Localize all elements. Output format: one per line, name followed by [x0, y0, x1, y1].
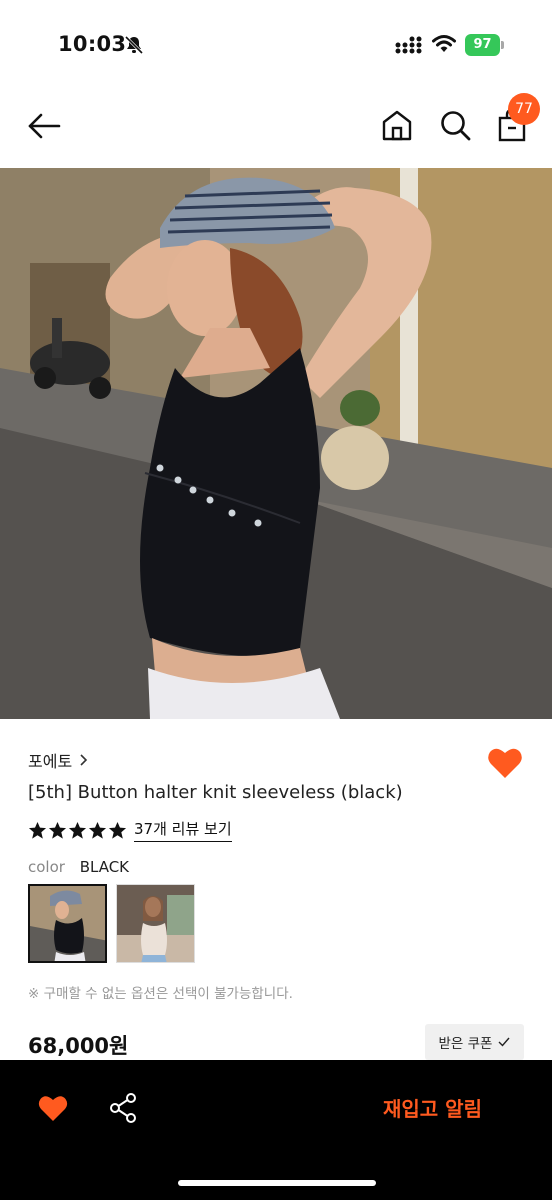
back-arrow-icon[interactable] — [26, 108, 62, 144]
product-hero-image[interactable] — [0, 168, 552, 719]
battery-level: 97 — [465, 34, 500, 56]
color-option-ivory-thumbnail[interactable] — [116, 884, 195, 963]
color-label: color — [28, 858, 65, 876]
star-icon — [88, 821, 107, 839]
status-time: 10:03 — [58, 32, 127, 56]
product-photo — [0, 168, 552, 719]
chevron-right-icon — [80, 754, 88, 766]
coupon-label: 받은 쿠폰 — [438, 1036, 493, 1052]
star-icon — [68, 821, 87, 839]
brand-name: 포에토 — [28, 752, 73, 771]
color-row: color BLACK — [28, 858, 129, 876]
wifi-icon — [432, 35, 456, 52]
battery-tip — [501, 41, 504, 49]
wishlist-heart-icon[interactable] — [487, 746, 523, 780]
brand-link[interactable]: 포에토 — [28, 748, 91, 772]
restock-alert-button[interactable]: 재입고 알림 — [383, 1093, 482, 1122]
star-icon — [48, 821, 67, 839]
bell-off-icon — [124, 35, 144, 55]
option-notice: ※ 구매할 수 없는 옵션은 선택이 불가능합니다. — [28, 986, 293, 1002]
color-value: BLACK — [79, 858, 130, 876]
product-title: [5th] Button halter knit sleeveless (bla… — [28, 782, 403, 803]
cart-count-badge[interactable]: 77 — [508, 93, 540, 125]
thumbnail-image — [117, 885, 194, 962]
rating-row: 37개 리뷰 보기 — [28, 818, 232, 842]
home-icon[interactable] — [380, 108, 414, 142]
bottom-action-bar: 재입고 알림 — [0, 1060, 552, 1200]
star-icon — [108, 821, 127, 839]
check-icon — [498, 1037, 511, 1047]
signal-icon — [395, 36, 422, 54]
heart-icon[interactable] — [38, 1094, 68, 1122]
color-option-black-thumbnail[interactable] — [28, 884, 107, 963]
review-link[interactable]: 37개 리뷰 보기 — [134, 818, 232, 842]
product-price: 68,000원 — [28, 1034, 129, 1058]
top-nav — [0, 90, 552, 168]
share-icon[interactable] — [108, 1092, 138, 1124]
thumbnail-image — [30, 886, 105, 961]
home-indicator[interactable] — [178, 1180, 376, 1186]
received-coupon-button[interactable]: 받은 쿠폰 — [425, 1024, 524, 1060]
search-icon[interactable] — [438, 108, 472, 142]
star-icon — [28, 821, 47, 839]
battery-indicator: 97 — [465, 34, 505, 56]
status-bar: 10:03 97 — [0, 0, 552, 90]
